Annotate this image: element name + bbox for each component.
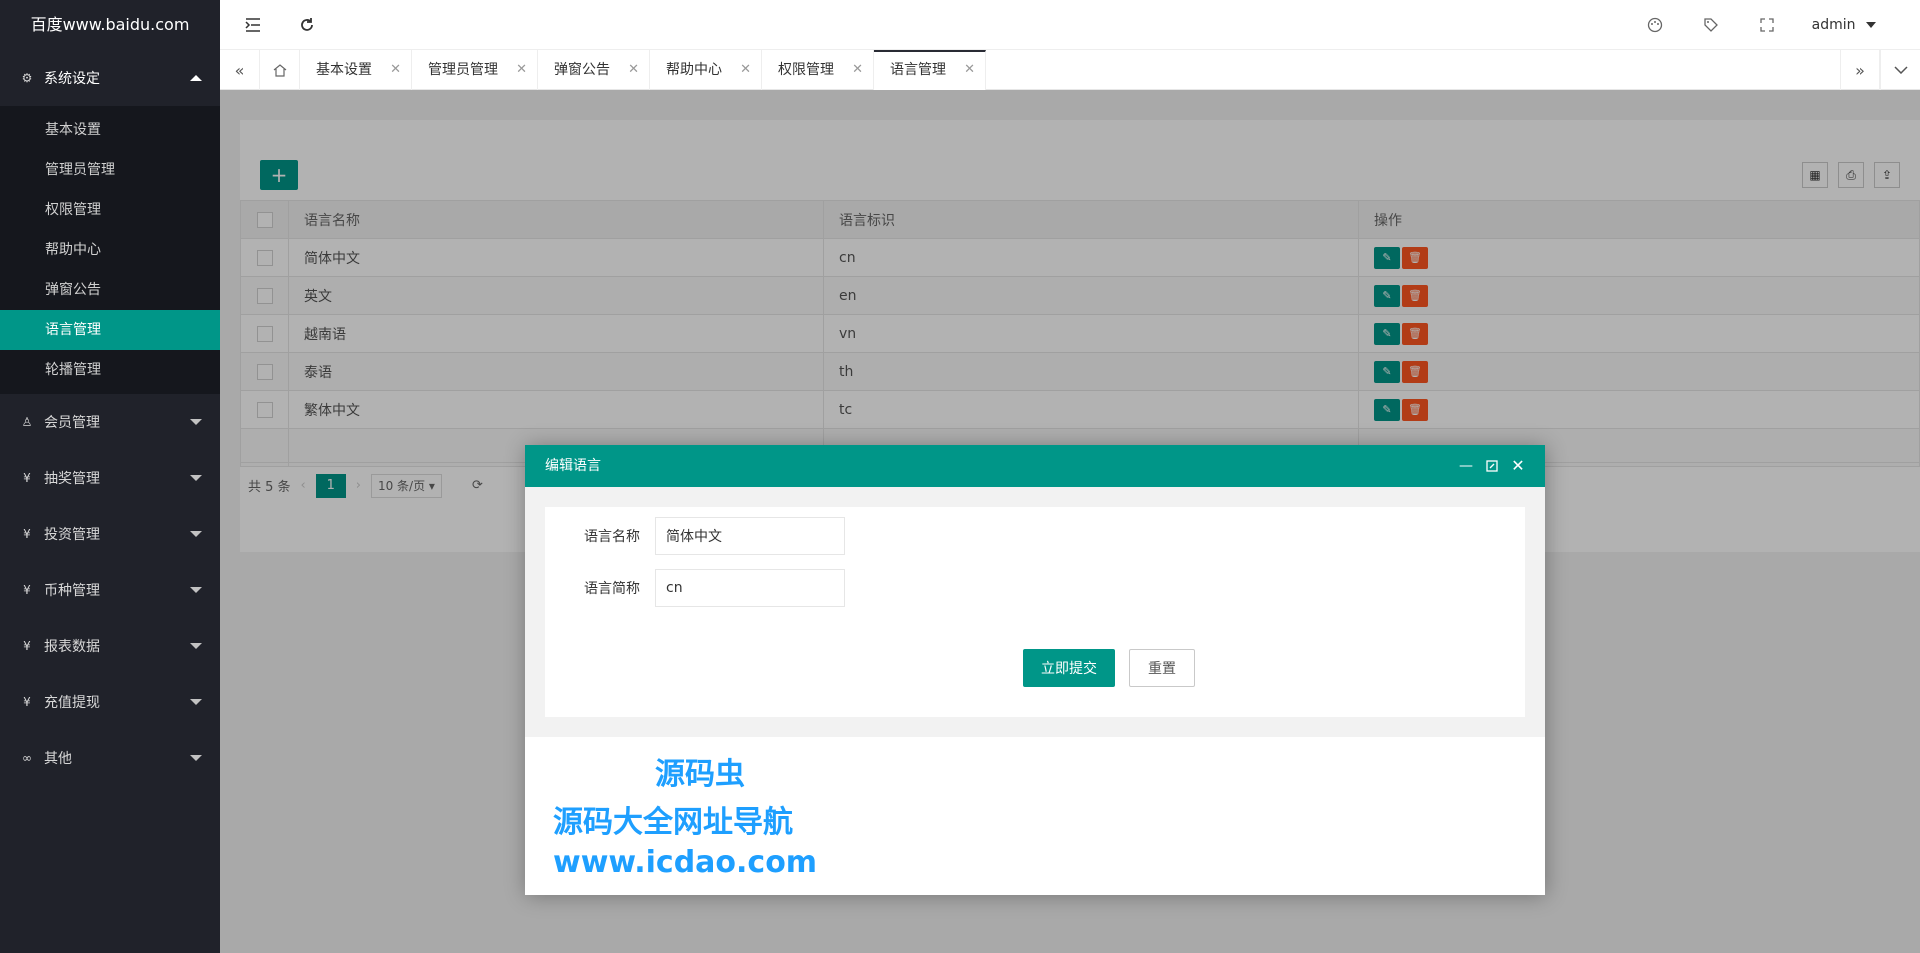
refresh-icon[interactable]: [282, 0, 332, 50]
nav-head-system[interactable]: ⚙ 系统设定: [0, 50, 220, 106]
yen-icon: ¥: [23, 639, 31, 653]
minimize-icon[interactable]: —: [1453, 445, 1479, 487]
nav-label: 系统设定: [44, 71, 100, 87]
tab-scroll-right-icon[interactable]: »: [1840, 50, 1880, 90]
nav-head-currency[interactable]: ¥ 币种管理: [0, 562, 220, 618]
nav-head-other[interactable]: ∞ 其他: [0, 730, 220, 786]
fullscreen-icon[interactable]: [1742, 0, 1792, 50]
nav-label: 其他: [44, 751, 72, 767]
link-icon: ∞: [22, 751, 32, 765]
tab-language[interactable]: 语言管理 ✕: [874, 50, 986, 90]
yen-icon: ¥: [23, 527, 31, 541]
close-icon[interactable]: ✕: [516, 50, 527, 90]
dialog-titlebar: 编辑语言 — ✕: [525, 445, 1545, 487]
field-label: 语言名称: [584, 529, 640, 545]
reset-button[interactable]: 重置: [1129, 649, 1195, 687]
close-icon[interactable]: ✕: [964, 52, 975, 88]
form-row-code: 语言简称: [545, 569, 845, 607]
tab-permissions[interactable]: 权限管理 ✕: [762, 50, 874, 90]
tab-help-center[interactable]: 帮助中心 ✕: [650, 50, 762, 90]
close-icon[interactable]: ✕: [390, 50, 401, 90]
language-name-input[interactable]: [655, 517, 845, 555]
close-icon[interactable]: ✕: [628, 50, 639, 90]
tab-menu-chevron-icon[interactable]: [1880, 50, 1920, 90]
close-icon[interactable]: ✕: [852, 50, 863, 90]
chevron-down-icon: [190, 475, 202, 481]
dialog-body: 语言名称 语言简称 立即提交 重置 源码虫 源码大全网址导航 www.icdao…: [525, 487, 1545, 895]
theme-icon[interactable]: [1630, 0, 1680, 50]
nav-head-recharge[interactable]: ¥ 充值提现: [0, 674, 220, 730]
nav-head-members[interactable]: ♙ 会员管理: [0, 394, 220, 450]
tab-admin-management[interactable]: 管理员管理 ✕: [412, 50, 538, 90]
tab-scroll-left-icon[interactable]: «: [220, 50, 260, 90]
sidebar-item-help-center[interactable]: 帮助中心: [0, 230, 220, 270]
tab-label: 帮助中心: [666, 62, 722, 78]
chevron-down-icon: [190, 755, 202, 761]
watermark-line-1: 源码虫: [655, 757, 745, 792]
chevron-up-icon: [190, 75, 202, 81]
nav-head-reports[interactable]: ¥ 报表数据: [0, 618, 220, 674]
tab-basic-settings[interactable]: 基本设置 ✕: [300, 50, 412, 90]
nav-label: 抽奖管理: [44, 471, 100, 487]
close-icon[interactable]: ✕: [740, 50, 751, 90]
tab-bar: « 基本设置 ✕ 管理员管理 ✕ 弹窗公告 ✕ 帮助中心 ✕ 权限管理 ✕ 语言管理 ✕ »: [220, 50, 1920, 90]
language-code-input[interactable]: [655, 569, 845, 607]
nav-head-investment[interactable]: ¥ 投资管理: [0, 506, 220, 562]
dialog-title: 编辑语言: [545, 458, 601, 474]
nav-label: 报表数据: [44, 639, 100, 655]
home-tab-icon[interactable]: [260, 50, 300, 90]
logo: 百度www.baidu.com: [0, 0, 220, 50]
menu-toggle-icon[interactable]: [228, 0, 278, 50]
field-label: 语言简称: [584, 581, 640, 597]
nav-group-system: ⚙ 系统设定 基本设置 管理员管理 权限管理 帮助中心 弹窗公告 语言管理 轮播…: [0, 50, 220, 394]
sidebar-item-admin-management[interactable]: 管理员管理: [0, 150, 220, 190]
submenu-system: 基本设置 管理员管理 权限管理 帮助中心 弹窗公告 语言管理 轮播管理: [0, 106, 220, 394]
sidebar-item-popup-notice[interactable]: 弹窗公告: [0, 270, 220, 310]
watermark-line-2: 源码大全网址导航: [553, 805, 793, 840]
chevron-down-icon: [190, 699, 202, 705]
tab-label: 弹窗公告: [554, 62, 610, 78]
nav-head-lottery[interactable]: ¥ 抽奖管理: [0, 450, 220, 506]
gear-icon: ⚙: [21, 71, 33, 85]
tag-icon[interactable]: [1686, 0, 1736, 50]
nav-label: 充值提现: [44, 695, 100, 711]
caret-down-icon: [1866, 22, 1876, 28]
tab-label: 管理员管理: [428, 62, 498, 78]
sidebar-item-permissions[interactable]: 权限管理: [0, 190, 220, 230]
chevron-down-icon: [190, 531, 202, 537]
sidebar: 百度www.baidu.com ⚙ 系统设定 基本设置 管理员管理 权限管理 帮…: [0, 0, 220, 953]
maximize-icon[interactable]: [1479, 445, 1505, 487]
user-name: admin: [1811, 17, 1856, 33]
nav-label: 会员管理: [44, 415, 100, 431]
chevron-down-icon: [190, 587, 202, 593]
yen-icon: ¥: [23, 583, 31, 597]
yen-icon: ¥: [23, 695, 31, 709]
sidebar-item-language[interactable]: 语言管理: [0, 310, 220, 350]
watermark-line-3: www.icdao.com: [553, 845, 818, 880]
sidebar-item-basic-settings[interactable]: 基本设置: [0, 110, 220, 150]
tab-label: 权限管理: [778, 62, 834, 78]
user-menu[interactable]: admin: [1812, 0, 1876, 50]
user-icon: ♙: [21, 415, 33, 429]
chevron-down-icon: [190, 419, 202, 425]
yen-icon: ¥: [23, 471, 31, 485]
nav-label: 投资管理: [44, 527, 100, 543]
form: 语言名称 语言简称 立即提交 重置: [545, 507, 1525, 717]
chevron-down-icon: [190, 643, 202, 649]
tab-label: 语言管理: [890, 62, 946, 78]
edit-language-dialog: 编辑语言 — ✕ 语言名称 语言简称 立即提交 重置 源码虫 源码大全网址导航 …: [525, 445, 1545, 895]
close-icon[interactable]: ✕: [1505, 445, 1531, 487]
nav-label: 币种管理: [44, 583, 100, 599]
sidebar-item-carousel[interactable]: 轮播管理: [0, 350, 220, 390]
tab-label: 基本设置: [316, 62, 372, 78]
top-header: admin: [220, 0, 1920, 50]
tab-popup-notice[interactable]: 弹窗公告 ✕: [538, 50, 650, 90]
submit-button[interactable]: 立即提交: [1023, 649, 1115, 687]
form-row-name: 语言名称: [545, 517, 845, 555]
watermark-area: 源码虫 源码大全网址导航 www.icdao.com: [525, 737, 1545, 895]
